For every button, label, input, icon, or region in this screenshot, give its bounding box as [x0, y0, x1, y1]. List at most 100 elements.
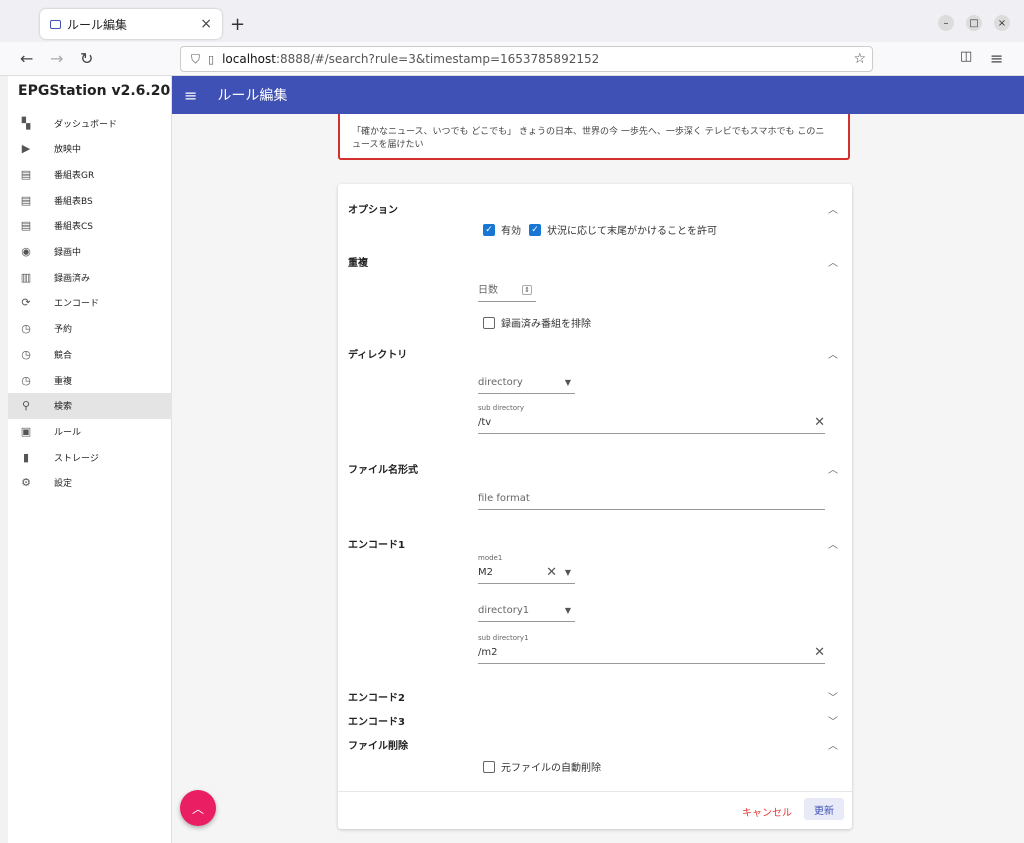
sidebar-item[interactable]: ◷ 競合	[8, 341, 172, 367]
sidebar-item[interactable]: ▚ ダッシュボード	[8, 110, 172, 136]
clear-icon[interactable]: ✕	[546, 565, 557, 580]
update-button[interactable]: 更新	[804, 798, 844, 820]
days-input[interactable]: 日数 ⇕	[478, 278, 536, 302]
page-icon	[50, 19, 61, 29]
file-format-input[interactable]: file format	[478, 486, 825, 510]
dashboard-icon: ▚	[21, 116, 31, 130]
chevron-up-icon[interactable]: ︿	[828, 461, 838, 476]
close-tab-icon[interactable]: ×	[200, 16, 212, 32]
chevron-up-icon[interactable]: ︿	[828, 737, 838, 752]
video-library-icon: ▥	[20, 270, 32, 284]
sub-directory-input[interactable]: sub directory /tv ✕	[478, 404, 825, 434]
clock-icon: ◷	[21, 347, 31, 361]
maximize-icon[interactable]: □	[966, 15, 982, 31]
section-title-encode1: エンコード1	[348, 540, 405, 551]
program-description: 「確かなニュース、いつでも どこでも」 きょうの日本、世界の今 一歩先へ、一歩深…	[352, 127, 825, 150]
sidebar-item[interactable]: ◷ 重複	[8, 367, 172, 393]
navigation-bar: ← → ↻ ⛉ ▯ localhost :8888/#/search?rule=…	[0, 42, 1024, 76]
sidebar-item-label: 録画済み	[54, 273, 91, 284]
program-description-card: 「確かなニュース、いつでも どこでも」 きょうの日本、世界の今 一歩先へ、一歩深…	[338, 114, 850, 160]
chevron-up-icon[interactable]: ︿	[828, 536, 838, 551]
rule-options-card: オプション ︿ ✓ 有効 ✓ 状況に応じて末尾がかけることを許可 重複 ︿ 日数…	[338, 184, 852, 829]
clock-icon: ◷	[21, 322, 31, 336]
dropdown-arrow-icon: ▼	[564, 606, 571, 615]
sidebar-item-label: 検索	[54, 402, 73, 413]
section-title-directory: ディレクトリ	[348, 350, 408, 361]
close-window-icon[interactable]: ×	[994, 15, 1010, 31]
sidebar-item[interactable]: ◷ 予約	[8, 316, 172, 342]
sub-directory1-input[interactable]: sub directory1 /m2 ✕	[478, 634, 825, 664]
sub-directory1-value: /m2	[478, 647, 498, 658]
chevron-up-icon[interactable]: ︿	[828, 346, 838, 361]
exclude-recorded-checkbox[interactable]: 録画済み番組を排除	[483, 315, 591, 330]
cancel-button[interactable]: キャンセル	[742, 804, 792, 819]
clock-icon: ◷	[21, 373, 31, 387]
chevron-up-icon[interactable]: ︿	[828, 254, 838, 269]
page-info-icon: ▯	[208, 52, 215, 66]
program-guide-icon: ▤	[20, 193, 32, 207]
browser-tab-bar: ルール編集 × + – □ ×	[0, 0, 1024, 42]
new-tab-icon[interactable]: +	[230, 14, 245, 35]
minimize-icon[interactable]: –	[938, 15, 954, 31]
sidebar-item[interactable]: ◉ 録画中	[8, 239, 172, 265]
sidebar-item[interactable]: ⚲ 検索	[8, 392, 172, 419]
sidebar-item-label: 設定	[54, 479, 73, 490]
sidebar-item[interactable]: ⚙ 設定	[8, 470, 172, 496]
menu-icon[interactable]: ≡	[990, 49, 1003, 68]
chevron-down-icon[interactable]: ﹀	[828, 689, 838, 704]
chevron-up-icon[interactable]: ︿	[828, 201, 838, 216]
bookmark-star-icon[interactable]: ☆	[853, 51, 866, 67]
sidebar-item[interactable]: ▥ 録画済み	[8, 264, 172, 290]
mode1-select[interactable]: mode1 M2 ✕ ▼	[478, 554, 575, 584]
directory1-select[interactable]: directory1 ▼	[478, 598, 575, 622]
sidebar-item[interactable]: ▤ 番組表BS	[8, 187, 172, 213]
sidebar-item-label: ストレージ	[54, 453, 99, 464]
url-host: localhost	[222, 52, 276, 66]
sidebar-item[interactable]: ⟳ エンコード	[8, 290, 172, 316]
sidebar-item[interactable]: ▮ ストレージ	[8, 444, 172, 470]
section-title-file-format: ファイル名形式	[348, 465, 418, 476]
sub-directory-value: /tv	[478, 417, 492, 428]
sync-icon: ⟳	[21, 296, 31, 310]
sidebar-item-label: ルール	[54, 427, 82, 438]
auto-delete-checkbox[interactable]: 元ファイルの自動削除	[483, 759, 601, 774]
sidebar-item[interactable]: ▶ 放映中	[8, 136, 172, 162]
sidebar-item-label: ダッシュボード	[54, 119, 118, 130]
allow-end-cut-checkbox[interactable]: ✓ 状況に応じて末尾がかけることを許可	[529, 222, 717, 237]
live-tv-icon: ▶	[21, 142, 31, 156]
directory1-placeholder: directory1	[478, 605, 530, 616]
tab-title: ルール編集	[67, 17, 128, 32]
mode1-label: mode1	[478, 554, 503, 562]
allow-end-cut-label: 状況に応じて末尾がかけることを許可	[547, 226, 717, 237]
back-icon[interactable]: ←	[20, 49, 33, 68]
section-title-encode3: エンコード3	[348, 717, 405, 728]
checkbox-unchecked-icon	[483, 760, 495, 773]
dropdown-arrow-icon: ▼	[564, 568, 571, 577]
chevron-down-icon[interactable]: ﹀	[828, 713, 838, 728]
gear-icon: ⚙	[21, 476, 31, 490]
hamburger-menu-icon[interactable]: ≡	[184, 86, 197, 105]
clear-icon[interactable]: ✕	[814, 645, 825, 660]
days-placeholder: 日数	[478, 285, 498, 296]
pocket-icon[interactable]: ◫	[960, 49, 972, 64]
url-path: :8888/#/search?rule=3&timestamp=16537858…	[275, 52, 600, 66]
url-bar[interactable]: ⛉ ▯ localhost :8888/#/search?rule=3&time…	[180, 46, 873, 72]
scroll-to-top-button[interactable]: ︿	[180, 790, 216, 826]
sidebar-item-label: エンコード	[54, 299, 100, 310]
reload-icon[interactable]: ↻	[80, 49, 93, 68]
clear-icon[interactable]: ✕	[814, 415, 825, 430]
sidebar-item[interactable]: ▣ ルール	[8, 418, 172, 444]
browser-tab[interactable]: ルール編集 ×	[40, 9, 222, 39]
forward-icon[interactable]: →	[50, 49, 63, 68]
app-title: EPGStation v2.6.20	[18, 83, 171, 99]
directory-select[interactable]: directory ▼	[478, 370, 575, 394]
stepper-icon[interactable]: ⇕	[522, 285, 532, 295]
checkbox-unchecked-icon	[483, 316, 495, 329]
enabled-checkbox[interactable]: ✓ 有効	[483, 222, 521, 237]
card-footer: キャンセル 更新	[338, 791, 852, 829]
sidebar-item[interactable]: ▤ 番組表GR	[8, 161, 172, 187]
app-area: EPGStation v2.6.20 ▚ ダッシュボード ▶ 放映中 ▤ 番組表GR ▤ 番組…	[0, 76, 1024, 843]
sidebar-item[interactable]: ▤ 番組表CS	[8, 213, 172, 239]
program-guide-icon: ▤	[20, 167, 32, 181]
sidebar-item-label: 番組表BS	[54, 196, 93, 207]
